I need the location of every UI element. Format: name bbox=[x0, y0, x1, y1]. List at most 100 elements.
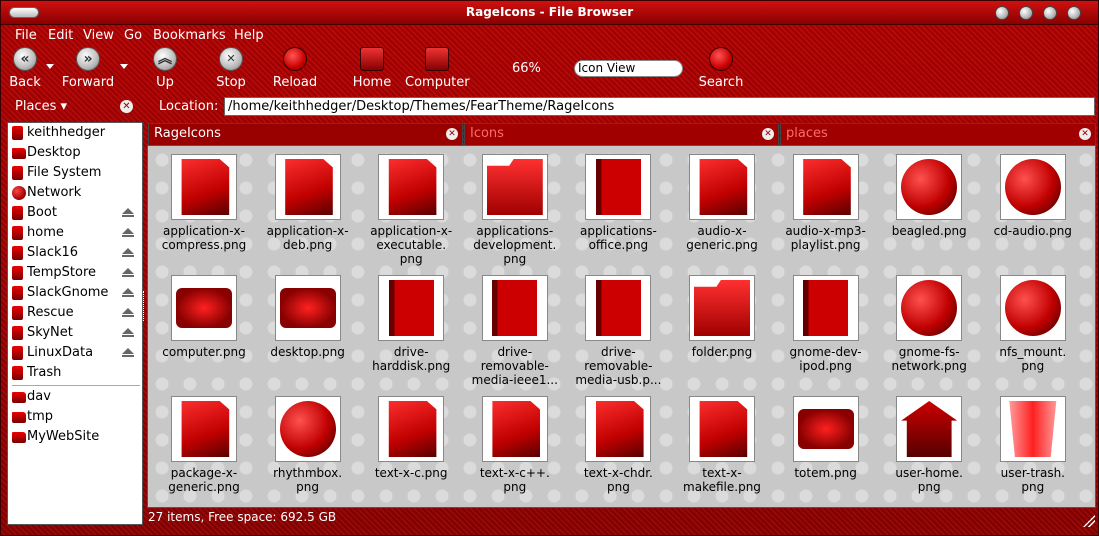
sidebar-item-network[interactable]: Network bbox=[8, 183, 142, 203]
forward-button[interactable]: » Forward bbox=[61, 47, 115, 93]
file-item[interactable]: audio-x-mp3- playlist.png bbox=[774, 146, 878, 264]
file-item[interactable]: computer.png bbox=[152, 267, 256, 385]
location-input[interactable]: /home/keithhedger/Desktop/Themes/FearThe… bbox=[224, 97, 1095, 116]
file-name-line: png bbox=[1021, 359, 1045, 373]
file-item[interactable]: folder.png bbox=[670, 267, 774, 385]
menu-bookmarks[interactable]: Bookmarks bbox=[153, 28, 226, 43]
sidebar-item-trash[interactable]: Trash bbox=[8, 363, 142, 383]
file-name-line: png bbox=[606, 480, 630, 494]
file-item[interactable]: text-x-chdr. png bbox=[566, 388, 670, 506]
eject-icon[interactable] bbox=[122, 268, 134, 278]
reload-button[interactable]: Reload bbox=[269, 47, 321, 93]
close-button[interactable] bbox=[1067, 6, 1081, 20]
close-sidebar-icon[interactable]: ✕ bbox=[120, 100, 133, 113]
file-item[interactable]: drive-harddisk.png bbox=[359, 267, 463, 385]
close-tab-icon[interactable]: ✕ bbox=[1079, 128, 1091, 140]
home-button[interactable]: Home bbox=[349, 47, 395, 93]
stop-button[interactable]: ✕ Stop bbox=[211, 47, 251, 93]
file-item[interactable]: application-x-deb.png bbox=[256, 146, 360, 264]
status-bar: 27 items, Free space: 692.5 GB bbox=[148, 510, 337, 524]
file-item[interactable]: text-x-c++. png bbox=[463, 388, 567, 506]
sidebar-item-slack16[interactable]: Slack16 bbox=[8, 243, 142, 263]
file-item[interactable]: audio-x-generic.png bbox=[670, 146, 774, 264]
file-item[interactable]: cd-audio.png bbox=[981, 146, 1085, 264]
file-item[interactable]: application-x-executable. png bbox=[359, 146, 463, 266]
sidebar-bookmark-tmp[interactable]: tmp bbox=[8, 407, 142, 427]
search-button[interactable]: Search bbox=[695, 47, 747, 93]
file-thumbnail-icon bbox=[481, 154, 548, 220]
eject-icon[interactable] bbox=[122, 208, 134, 218]
search-icon bbox=[709, 47, 733, 71]
file-item[interactable]: desktop.png bbox=[256, 267, 360, 385]
file-item[interactable]: totem.png bbox=[774, 388, 878, 506]
resize-grip[interactable] bbox=[1083, 515, 1095, 527]
sidebar-item-boot[interactable]: Boot bbox=[8, 203, 142, 223]
eject-icon[interactable] bbox=[122, 248, 134, 258]
back-history-dropdown[interactable] bbox=[46, 64, 54, 69]
sidebar-item-file-system[interactable]: File System bbox=[8, 163, 142, 183]
menu-edit[interactable]: Edit bbox=[48, 28, 73, 43]
file-name-label: totem.png bbox=[774, 466, 878, 480]
zoom-level[interactable]: 66% bbox=[512, 61, 541, 76]
view-mode-select[interactable]: Icon View bbox=[574, 60, 683, 77]
pane-splitter-handle[interactable] bbox=[143, 291, 146, 321]
file-item[interactable]: package-x-generic.png bbox=[152, 388, 256, 506]
sidebar-item-rescue[interactable]: Rescue bbox=[8, 303, 142, 323]
sidebar-item-slackgnome[interactable]: SlackGnome bbox=[8, 283, 142, 303]
icon-view-pane[interactable]: application-x-compress.png application-x-… bbox=[147, 145, 1096, 508]
file-item[interactable]: text-x-c.png bbox=[359, 388, 463, 506]
minimize-button[interactable] bbox=[1019, 6, 1033, 20]
file-item[interactable]: applications-office.png bbox=[566, 146, 670, 264]
eject-icon[interactable] bbox=[122, 288, 134, 298]
sidebar-item-skynet[interactable]: SkyNet bbox=[8, 323, 142, 343]
sidebar-item-keithhedger[interactable]: keithhedger bbox=[8, 123, 142, 143]
sidebar-item-label: File System bbox=[27, 165, 102, 180]
sidebar-item-home[interactable]: home bbox=[8, 223, 142, 243]
back-button[interactable]: « Back bbox=[5, 47, 45, 93]
file-item[interactable]: nfs_mount. png bbox=[981, 267, 1085, 385]
sidebar-bookmark-dav[interactable]: dav bbox=[8, 387, 142, 407]
tab-icons[interactable]: Icons ✕ bbox=[464, 123, 779, 145]
shade-button[interactable] bbox=[995, 6, 1009, 20]
file-item[interactable]: applications-development. png bbox=[463, 146, 567, 266]
file-name-line: application-x- bbox=[370, 224, 453, 238]
tab-rageicons[interactable]: RageIcons ✕ bbox=[148, 123, 463, 145]
file-item[interactable]: rhythmbox. png bbox=[256, 388, 360, 506]
file-item[interactable]: beagled.png bbox=[877, 146, 981, 264]
eject-icon[interactable] bbox=[122, 228, 134, 238]
menu-file[interactable]: File bbox=[15, 28, 37, 43]
sidebar-item-tempstore[interactable]: TempStore bbox=[8, 263, 142, 283]
title-bar[interactable]: RageIcons - File Browser bbox=[1, 1, 1098, 25]
file-thumbnail-icon bbox=[171, 275, 237, 341]
menu-help[interactable]: Help bbox=[234, 28, 264, 43]
menu-view[interactable]: View bbox=[83, 28, 114, 43]
close-tab-icon[interactable]: ✕ bbox=[762, 128, 774, 140]
close-tab-icon[interactable]: ✕ bbox=[446, 128, 458, 140]
file-item[interactable]: drive-removable-media-usb.p... bbox=[566, 267, 670, 387]
eject-icon[interactable] bbox=[122, 328, 134, 338]
sidebar-bookmark-mywebsite[interactable]: MyWebSite bbox=[8, 427, 142, 447]
file-item[interactable]: drive-removable-media-ieee1... bbox=[463, 267, 567, 387]
file-item[interactable]: application-x-compress.png bbox=[152, 146, 256, 264]
file-item[interactable]: user-trash. png bbox=[981, 388, 1085, 506]
file-item[interactable]: user-home. png bbox=[877, 388, 981, 506]
file-item[interactable]: gnome-fs-network.png bbox=[877, 267, 981, 385]
forward-history-dropdown[interactable] bbox=[120, 64, 128, 69]
eject-icon[interactable] bbox=[122, 348, 134, 358]
file-name-line: png bbox=[296, 480, 320, 494]
sidebar-item-linuxdata[interactable]: LinuxData bbox=[8, 343, 142, 363]
up-button[interactable]: ︽ Up bbox=[145, 47, 185, 93]
sidebar-item-label: SlackGnome bbox=[27, 285, 109, 300]
computer-button[interactable]: Computer bbox=[405, 47, 470, 93]
maximize-button[interactable] bbox=[1043, 6, 1057, 20]
file-name-line: network.png bbox=[891, 359, 967, 373]
file-item[interactable]: gnome-dev-ipod.png bbox=[774, 267, 878, 385]
computer-icon bbox=[425, 47, 449, 71]
file-name-label: application-x-executable. png bbox=[359, 224, 463, 266]
menu-go[interactable]: Go bbox=[124, 28, 142, 43]
tab-places[interactable]: places ✕ bbox=[780, 123, 1096, 145]
sidebar-item-desktop[interactable]: Desktop bbox=[8, 143, 142, 163]
eject-icon[interactable] bbox=[122, 308, 134, 318]
file-item[interactable]: text-x-makefile.png bbox=[670, 388, 774, 506]
places-dropdown[interactable]: Places ▾ bbox=[15, 99, 67, 114]
